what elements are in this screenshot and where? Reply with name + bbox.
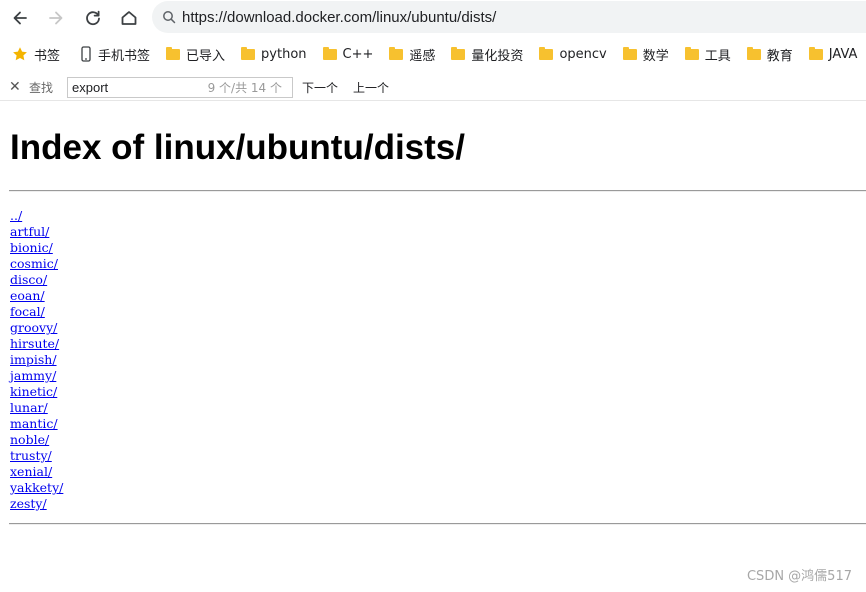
dir-link[interactable]: jammy/ <box>10 368 63 384</box>
dir-link[interactable]: artful/ <box>10 224 63 240</box>
find-input[interactable] <box>72 79 193 95</box>
dir-link[interactable]: disco/ <box>10 272 63 288</box>
dir-link[interactable]: focal/ <box>10 304 63 320</box>
address-bar[interactable]: https://download.docker.com/linux/ubuntu… <box>152 1 866 33</box>
phone-icon <box>80 46 92 62</box>
find-box: 9 个/共 14 个 <box>67 76 294 98</box>
bookmark-folder[interactable]: 数学 <box>614 42 676 66</box>
bookmark-label: C++ <box>342 46 374 62</box>
folder-icon <box>241 46 256 60</box>
folder-icon <box>539 46 554 60</box>
bookmark-label: 工具 <box>704 48 731 64</box>
find-prev-button[interactable]: 上一个 <box>353 79 389 96</box>
dir-link[interactable]: trusty/ <box>10 448 63 464</box>
bookmark-label: 量化投资 <box>471 48 524 64</box>
bookmark-folder[interactable]: python <box>232 42 313 66</box>
home-icon <box>121 11 137 25</box>
bookmark-mobile[interactable]: 手机书签 <box>71 42 157 66</box>
browser-toolbar: https://download.docker.com/linux/ubuntu… <box>0 0 866 36</box>
dir-link[interactable]: bionic/ <box>10 240 63 256</box>
back-arrow-icon <box>13 11 27 25</box>
folder-icon <box>684 46 699 60</box>
bookmark-label: 手机书签 <box>98 48 151 64</box>
url-text[interactable]: https://download.docker.com/linux/ubuntu… <box>182 9 496 26</box>
dir-link[interactable]: xenial/ <box>10 464 63 480</box>
reload-button[interactable] <box>77 2 109 34</box>
folder-icon <box>451 46 466 60</box>
find-next-button[interactable]: 下一个 <box>302 79 338 96</box>
find-match-count: 9 个/共 14 个 <box>207 80 283 95</box>
horizontal-rule <box>9 523 866 525</box>
dir-link[interactable]: impish/ <box>10 352 63 368</box>
page-title: Index of linux/ubuntu/dists/ <box>10 128 465 167</box>
bookmark-folder[interactable]: 教育 <box>738 42 800 66</box>
dir-link[interactable]: yakkety/ <box>10 480 63 496</box>
dir-link[interactable]: hirsute/ <box>10 336 63 352</box>
bookmark-label: 书签 <box>34 48 61 64</box>
bookmark-label: python <box>261 46 307 62</box>
find-label: 查找 <box>29 80 54 95</box>
folder-icon <box>389 46 404 60</box>
bookmark-label: 已导入 <box>186 48 226 64</box>
folder-icon <box>166 46 181 60</box>
find-bar: ✕ 查找 9 个/共 14 个 下一个 上一个 <box>0 74 866 100</box>
bookmark-label: 数学 <box>642 48 669 64</box>
bookmark-bookmarks[interactable]: 书签 <box>0 42 67 66</box>
close-icon[interactable]: ✕ <box>9 79 21 95</box>
page-content: Index of linux/ubuntu/dists/ ../ artful/… <box>0 101 866 592</box>
bookmark-label: opencv <box>559 46 607 62</box>
directory-listing: ../ artful/ bionic/ cosmic/ disco/ eoan/… <box>10 208 63 512</box>
folder-icon <box>622 46 637 60</box>
dir-link[interactable]: cosmic/ <box>10 256 63 272</box>
dir-link[interactable]: mantic/ <box>10 416 63 432</box>
reload-icon <box>86 10 100 26</box>
search-icon <box>162 10 176 24</box>
dir-link[interactable]: lunar/ <box>10 400 63 416</box>
bookmark-folder[interactable]: 工具 <box>676 42 738 66</box>
folder-icon <box>322 46 337 60</box>
dir-link[interactable]: kinetic/ <box>10 384 63 400</box>
horizontal-rule <box>9 190 866 192</box>
dir-link[interactable]: zesty/ <box>10 496 63 512</box>
folder-icon <box>808 46 823 60</box>
forward-arrow-icon <box>49 11 63 25</box>
bookmark-folder[interactable]: C++ <box>314 42 381 66</box>
home-button[interactable] <box>113 2 145 34</box>
back-button[interactable] <box>4 2 36 34</box>
bookmark-folder[interactable]: opencv <box>530 42 613 66</box>
dir-link[interactable]: eoan/ <box>10 288 63 304</box>
bookmark-label: 教育 <box>766 48 793 64</box>
watermark: CSDN @鸿儒517 <box>746 569 852 584</box>
forward-button[interactable] <box>40 2 72 34</box>
bookmark-folder[interactable]: 量化投资 <box>442 42 530 66</box>
bookmark-folder[interactable]: 已导入 <box>157 42 232 66</box>
dir-link-parent[interactable]: ../ <box>10 208 63 224</box>
bookmark-folder[interactable]: JAVA <box>800 42 865 66</box>
folder-icon <box>746 46 761 60</box>
star-icon <box>12 46 28 62</box>
dir-link[interactable]: noble/ <box>10 432 63 448</box>
browser-window: https://download.docker.com/linux/ubuntu… <box>0 0 866 592</box>
dir-link[interactable]: groovy/ <box>10 320 63 336</box>
bookmark-label: JAVA <box>828 46 858 62</box>
bookmark-label: 遥感 <box>409 48 436 64</box>
bookmark-folder[interactable]: 遥感 <box>380 42 442 66</box>
bookmarks-bar: 书签 手机书签 已导入 python C++ 遥感 量化投资 opencv 数学… <box>0 40 866 68</box>
